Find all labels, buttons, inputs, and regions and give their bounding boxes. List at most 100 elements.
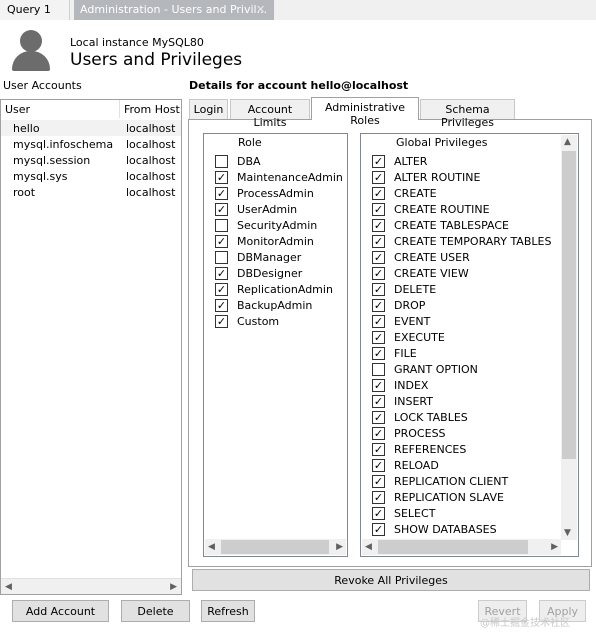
privilege-label: CREATE TEMPORARY TABLES [394,235,552,248]
privileges-horizontal-scrollbar[interactable]: ◀ ▶ [362,539,561,555]
checkbox[interactable]: ✓ [215,187,228,200]
checkbox[interactable] [215,155,228,168]
roles-list[interactable]: Role DBA ✓ MaintenanceAdmin ✓ ProcessAdmin ✓ U… [203,133,348,557]
user-accounts-list[interactable]: User From Host hello localhost mysql.infos… [0,99,182,595]
scroll-thumb[interactable] [378,540,528,554]
checkbox[interactable]: ✓ [372,411,385,424]
checkbox[interactable]: ✓ [372,203,385,216]
privilege-label: CREATE USER [394,251,470,264]
role-label: BackupAdmin [237,299,313,312]
privilege-label: PROCESS [394,427,446,440]
refresh-button[interactable]: Refresh [201,600,255,622]
scroll-down-icon[interactable]: ▼ [564,528,571,538]
checkbox[interactable]: ✓ [215,299,228,312]
tab-administration[interactable]: Administration - Users and Privil... [74,0,274,20]
checkbox[interactable]: ✓ [372,267,385,280]
instance-name: Local instance MySQL80 [70,36,204,49]
checkbox[interactable]: ✓ [372,427,385,440]
checkbox[interactable]: ✓ [372,283,385,296]
privilege-label: SHOW DATABASES [394,523,497,536]
checkbox[interactable]: ✓ [372,347,385,360]
add-account-button[interactable]: Add Account [12,600,109,622]
checkbox[interactable]: ✓ [215,235,228,248]
checkbox[interactable] [372,363,385,376]
tab-login[interactable]: Login [189,99,228,119]
scroll-left-icon[interactable]: ◀ [208,542,215,552]
scroll-left-icon[interactable]: ◀ [365,542,372,552]
host-cell: localhost [126,122,176,135]
delete-button[interactable]: Delete [121,600,190,622]
scroll-right-icon[interactable]: ▶ [551,542,558,552]
role-label: SecurityAdmin [237,219,318,232]
checkbox[interactable]: ✓ [372,523,385,536]
table-row[interactable]: root localhost [1,184,181,200]
user-cell: root [13,186,36,199]
checkbox[interactable]: ✓ [372,331,385,344]
global-privileges-list[interactable]: Global Privileges ✓ ALTER ✓ ALTER ROUTINE ✓ C… [360,133,579,557]
tab-administrative-roles[interactable]: Administrative Roles [311,97,419,127]
role-label: ProcessAdmin [237,187,314,200]
checkbox[interactable]: ✓ [372,219,385,232]
page-title: Users and Privileges [70,50,243,70]
privilege-label: CREATE VIEW [394,267,469,280]
table-row[interactable]: mysql.infoschema localhost [1,136,181,152]
close-icon[interactable]: ✕ [256,3,265,16]
checkbox[interactable]: ✓ [215,267,228,280]
role-label: MaintenanceAdmin [237,171,343,184]
privilege-label: DROP [394,299,426,312]
checkbox[interactable]: ✓ [215,171,228,184]
privilege-label: EXECUTE [394,331,445,344]
scroll-left-icon[interactable]: ◀ [5,582,12,592]
table-row[interactable]: mysql.session localhost [1,152,181,168]
role-label: UserAdmin [237,203,298,216]
checkbox[interactable]: ✓ [372,187,385,200]
watermark: @稀土掘金技术社区 [480,618,570,629]
checkbox[interactable]: ✓ [372,491,385,504]
user-cell: mysql.session [13,154,91,167]
revoke-all-privileges-button[interactable]: Revoke All Privileges [192,569,590,591]
checkbox[interactable] [215,251,228,264]
checkbox[interactable]: ✓ [372,475,385,488]
table-row[interactable]: mysql.sys localhost [1,168,181,184]
scroll-thumb[interactable] [562,151,576,459]
column-header-host[interactable]: From Host [120,100,181,118]
checkbox[interactable]: ✓ [372,251,385,264]
tab-schema-privileges[interactable]: Schema Privileges [420,99,515,129]
checkbox[interactable]: ✓ [372,507,385,520]
checkbox[interactable]: ✓ [372,395,385,408]
privileges-vertical-scrollbar[interactable]: ▲ ▼ [561,135,577,540]
checkbox[interactable]: ✓ [215,283,228,296]
column-header-user[interactable]: User [1,100,120,118]
checkbox[interactable]: ✓ [372,155,385,168]
checkbox[interactable]: ✓ [372,235,385,248]
role-label: MonitorAdmin [237,235,314,248]
privilege-label: CREATE TABLESPACE [394,219,510,232]
checkbox[interactable]: ✓ [215,203,228,216]
checkbox[interactable]: ✓ [372,299,385,312]
role-label: Custom [237,315,280,328]
privilege-label: REFERENCES [394,443,467,456]
checkbox[interactable]: ✓ [372,459,385,472]
privilege-label: GRANT OPTION [394,363,478,376]
roles-horizontal-scrollbar[interactable]: ◀ ▶ [205,539,346,555]
privilege-label: CREATE [394,187,437,200]
table-row[interactable]: hello localhost [1,120,181,136]
user-list-horizontal-scrollbar[interactable]: ◀ ▶ [1,578,181,594]
scroll-thumb[interactable] [221,540,329,554]
tab-account-limits[interactable]: Account Limits [230,99,310,129]
scroll-right-icon[interactable]: ▶ [336,542,343,552]
checkbox[interactable]: ✓ [372,171,385,184]
privilege-label: LOCK TABLES [394,411,468,424]
host-cell: localhost [126,170,176,183]
tab-query[interactable]: Query 1 [0,0,70,20]
checkbox[interactable]: ✓ [372,443,385,456]
checkbox[interactable]: ✓ [215,315,228,328]
user-cell: hello [13,122,40,135]
checkbox[interactable] [215,219,228,232]
scroll-up-icon[interactable]: ▲ [564,137,571,147]
privilege-label: REPLICATION CLIENT [394,475,509,488]
privilege-label: ALTER ROUTINE [394,171,481,184]
scroll-right-icon[interactable]: ▶ [170,582,177,592]
checkbox[interactable]: ✓ [372,315,385,328]
checkbox[interactable]: ✓ [372,379,385,392]
